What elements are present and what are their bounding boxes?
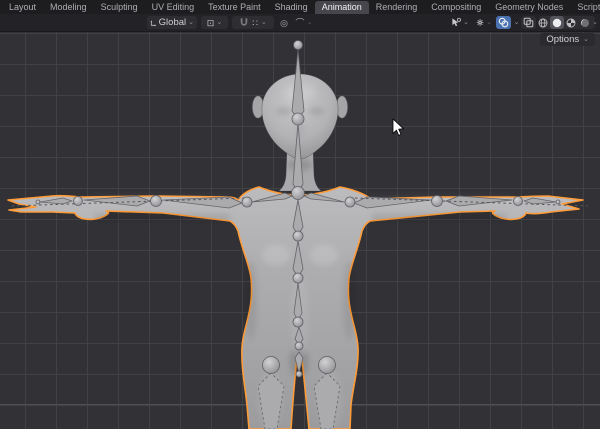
chevron-down-icon[interactable]: ⌄	[261, 20, 267, 26]
shading-solid-button[interactable]	[550, 16, 564, 29]
material-preview-shading-icon	[566, 18, 576, 28]
workspace-tabs: Layout Modeling Sculpting UV Editing Tex…	[0, 0, 600, 14]
shading-wireframe-button[interactable]	[536, 16, 550, 29]
viewport-canvas[interactable]: Options ⌄	[0, 31, 600, 429]
armature-bones[interactable]	[10, 41, 588, 429]
rendered-shading-icon	[580, 18, 590, 28]
tab-animation[interactable]: Animation	[315, 1, 369, 14]
orientation-label: Global	[159, 17, 186, 28]
snap-magnet-icon[interactable]	[239, 17, 249, 28]
tab-sculpting[interactable]: Sculpting	[94, 1, 145, 14]
toggle-xray-button[interactable]	[521, 16, 536, 29]
proportional-editing-icon: ◎	[280, 18, 288, 28]
tab-rendering[interactable]: Rendering	[369, 1, 425, 14]
viewport-header: Global ⌄ ⊡ ⌄ ∷ ⌄ ◎ ⌒ ⌄	[0, 14, 600, 32]
tab-layout[interactable]: Layout	[2, 1, 43, 14]
snapping-group: ∷ ⌄	[232, 16, 274, 29]
shading-mode-group: ⌄	[539, 16, 595, 29]
tab-texture-paint[interactable]: Texture Paint	[201, 1, 268, 14]
proportional-editing-toggle[interactable]: ◎	[277, 16, 291, 29]
gizmo-icon	[476, 17, 484, 28]
falloff-curve-icon: ⌒	[296, 18, 305, 28]
show-overlays-toggle[interactable]: ⌄	[496, 16, 519, 29]
tab-compositing[interactable]: Compositing	[424, 1, 488, 14]
tab-scripting[interactable]: Scripting	[570, 1, 600, 14]
tab-modeling[interactable]: Modeling	[43, 1, 94, 14]
xray-icon	[523, 17, 534, 28]
chevron-down-icon[interactable]: ⌄	[592, 20, 598, 26]
pivot-point-icon: ⊡	[207, 18, 215, 28]
chevron-down-icon: ⌄	[188, 20, 194, 26]
chevron-down-icon: ⌄	[583, 37, 589, 43]
orientation-axes-icon	[150, 18, 157, 28]
shading-rendered-button[interactable]	[578, 16, 592, 29]
viewport-options-dropdown[interactable]: Options ⌄	[540, 33, 595, 46]
topbar: Layout Modeling Sculpting UV Editing Tex…	[0, 0, 600, 14]
snap-with-icon[interactable]: ∷	[252, 18, 258, 28]
chevron-down-icon: ⌄	[486, 20, 492, 26]
proportional-falloff-dropdown[interactable]: ⌒ ⌄	[292, 16, 316, 29]
chevron-down-icon: ⌄	[216, 20, 222, 26]
pivot-point-dropdown[interactable]: ⊡ ⌄	[201, 16, 228, 29]
tab-geometry-nodes[interactable]: Geometry Nodes	[488, 1, 570, 14]
chevron-down-icon: ⌄	[307, 20, 313, 26]
tab-uv-editing[interactable]: UV Editing	[145, 1, 202, 14]
chevron-down-icon: ⌄	[463, 20, 469, 26]
wireframe-shading-icon	[538, 18, 548, 28]
tab-shading[interactable]: Shading	[268, 1, 315, 14]
show-gizmo-toggle[interactable]: ⌄	[473, 16, 495, 29]
shading-material-button[interactable]	[564, 16, 578, 29]
character-mesh[interactable]	[8, 74, 583, 429]
transform-orientation-dropdown[interactable]: Global ⌄	[147, 16, 197, 29]
object-type-visibility-dropdown[interactable]: ⌄	[448, 16, 472, 29]
mouse-cursor	[393, 119, 403, 135]
options-label: Options	[546, 34, 579, 45]
chevron-down-icon: ⌄	[514, 20, 520, 26]
overlays-icon	[498, 17, 509, 28]
overlays-active-highlight	[496, 16, 511, 29]
object-visibility-icon	[451, 17, 461, 28]
solid-shading-icon	[552, 18, 562, 28]
blender-window: Layout Modeling Sculpting UV Editing Tex…	[0, 0, 600, 429]
viewport-scene	[0, 31, 600, 429]
